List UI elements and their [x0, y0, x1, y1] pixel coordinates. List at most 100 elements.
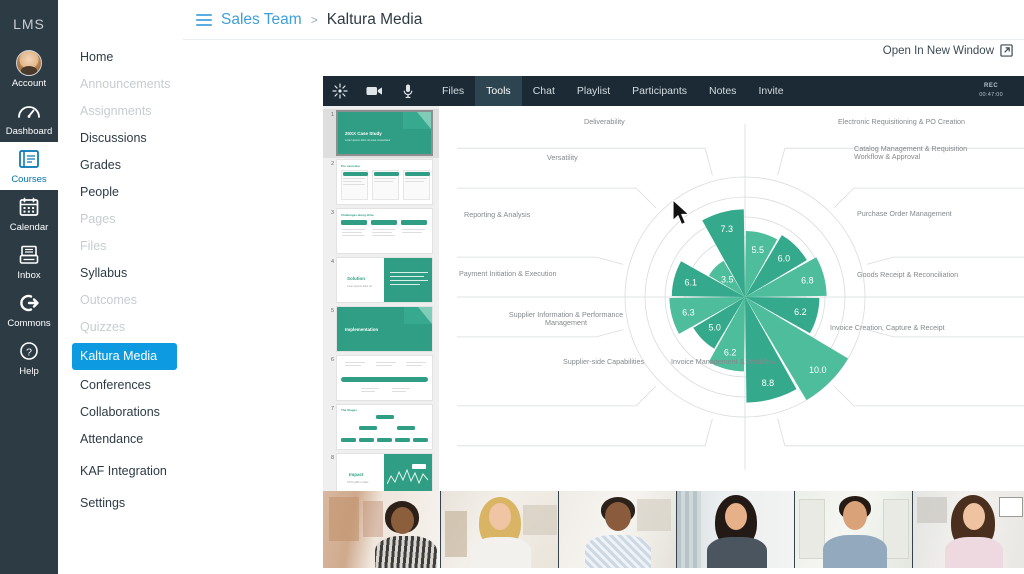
- participant-tile-1[interactable]: [323, 491, 441, 568]
- lock-icon[interactable]: [1019, 76, 1024, 106]
- chart-value-label: 6.2: [794, 307, 807, 317]
- rose-chart-svg: 5.56.06.86.210.08.86.25.06.36.1 3.57.3: [457, 124, 1024, 470]
- slide-preview: 20XX Case Study Lorem ipsum dolor sit am…: [336, 110, 433, 156]
- open-in-new-window-label: Open In New Window: [882, 44, 994, 57]
- global-nav-label: Courses: [11, 174, 47, 185]
- course-nav-item-grades[interactable]: Grades: [58, 152, 183, 179]
- slide-thumbnail[interactable]: 5 Implementation: [323, 305, 439, 354]
- main-content: Sales Team > Kaltura Media Open In New W…: [183, 0, 1024, 574]
- axis-label-goods-receipt: Goods Receipt & Reconciliation: [857, 270, 959, 279]
- kaltura-logo-icon[interactable]: [323, 76, 357, 106]
- course-nav-item-assignments[interactable]: Assignments: [58, 98, 183, 125]
- chart-value-label: 7.3: [720, 224, 733, 234]
- tab-playlist[interactable]: Playlist: [566, 76, 621, 106]
- slide-title: 20XX Case Study: [345, 131, 382, 136]
- chart-value-label: 5.0: [708, 323, 721, 333]
- course-nav-item-people[interactable]: People: [58, 179, 183, 206]
- slide-preview: Implementation: [336, 306, 433, 352]
- course-nav-item-syllabus[interactable]: Syllabus: [58, 260, 183, 287]
- slide-preview: The Stages: [336, 404, 433, 450]
- global-nav-item-dashboard[interactable]: Dashboard: [0, 94, 58, 142]
- calendar-icon: [16, 194, 42, 220]
- axis-label-supplier-information: Supplier Information & Performance Manag…: [508, 310, 624, 328]
- breadcrumb: Sales Team > Kaltura Media: [183, 0, 1024, 40]
- slide-title: Challenges along drive: [341, 213, 374, 217]
- slide-preview: Challenges along drive: [336, 208, 433, 254]
- participant-tile-5[interactable]: [795, 491, 913, 568]
- recording-time: 00:47:00: [979, 92, 1003, 98]
- tab-invite[interactable]: Invite: [747, 76, 794, 106]
- slide-number: 7: [330, 406, 334, 412]
- course-nav-item-kaf-integration[interactable]: KAF Integration: [58, 453, 183, 485]
- slide-thumbnail[interactable]: 6: [323, 354, 439, 403]
- tab-files[interactable]: Files: [431, 76, 475, 106]
- participant-tile-3[interactable]: [559, 491, 677, 568]
- slide-title: Impact: [349, 472, 364, 477]
- tab-participants[interactable]: Participants: [621, 76, 698, 106]
- breadcrumb-course-link[interactable]: Sales Team: [221, 11, 302, 29]
- course-nav-item-outcomes[interactable]: Outcomes: [58, 287, 183, 314]
- breadcrumb-separator: >: [310, 12, 318, 27]
- camera-icon[interactable]: [357, 76, 391, 106]
- global-nav-item-inbox[interactable]: Inbox: [0, 238, 58, 286]
- global-nav-item-help[interactable]: ? Help: [0, 334, 58, 382]
- global-nav-item-courses[interactable]: Courses: [0, 142, 58, 190]
- slide-thumbnail[interactable]: 8 Impact XX% uplift in sales: [323, 452, 439, 491]
- slide-thumbnail[interactable]: 1 20XX Case Study Lorem ipsum dolor sit …: [323, 109, 439, 158]
- chart-value-label: 5.5: [751, 245, 764, 255]
- commons-icon: [16, 290, 42, 316]
- participant-tile-6[interactable]: [913, 491, 1024, 568]
- course-nav-item-pages[interactable]: Pages: [58, 206, 183, 233]
- hamburger-menu-icon[interactable]: [196, 13, 212, 26]
- open-in-new-window-button[interactable]: Open In New Window: [883, 44, 1013, 57]
- help-icon: ?: [16, 338, 42, 364]
- avatar-icon: [16, 50, 42, 76]
- tab-chat[interactable]: Chat: [522, 76, 566, 106]
- slide-thumbnail-rail[interactable]: 1 20XX Case Study Lorem ipsum dolor sit …: [323, 106, 439, 491]
- global-nav-item-commons[interactable]: Commons: [0, 286, 58, 334]
- slide-preview: Pro overview: [336, 159, 433, 205]
- microphone-icon[interactable]: [391, 76, 425, 106]
- course-nav-item-settings[interactable]: Settings: [58, 485, 183, 517]
- participant-tile-2[interactable]: [441, 491, 559, 568]
- participant-tile-4[interactable]: [677, 491, 795, 568]
- course-nav-item-kaltura-media[interactable]: Kaltura Media: [72, 343, 177, 370]
- svg-text:?: ?: [26, 346, 32, 358]
- axis-label-invoice-management: Invoice Management & Workflow: [671, 357, 776, 366]
- course-nav-item-files[interactable]: Files: [58, 233, 183, 260]
- slide-thumbnail[interactable]: 7 The Stages: [323, 403, 439, 452]
- slide-thumbnail[interactable]: 2 Pro overview: [323, 158, 439, 207]
- course-nav-item-collaborations[interactable]: Collaborations: [58, 399, 183, 426]
- tab-tools[interactable]: Tools: [475, 76, 522, 106]
- course-nav-item-conferences[interactable]: Conferences: [58, 372, 183, 399]
- global-nav-item-account[interactable]: Account: [0, 46, 58, 94]
- inbox-icon: [16, 242, 42, 268]
- slide-thumbnail[interactable]: 3 Challenges along drive: [323, 207, 439, 256]
- kaltura-virtual-classroom: Files Tools Chat Playlist Participants N…: [323, 76, 1024, 568]
- slide-thumbnail[interactable]: 4 Solution Lorem ipsum dolor sit: [323, 256, 439, 305]
- course-nav-item-home[interactable]: Home: [58, 44, 183, 71]
- tab-notes[interactable]: Notes: [698, 76, 747, 106]
- chart-value-label: 6.0: [778, 253, 791, 263]
- course-nav-item-attendance[interactable]: Attendance: [58, 426, 183, 453]
- axis-label-invoice-creation: Invoice Creation, Capture & Receipt: [830, 323, 945, 332]
- axis-label-reporting-analysis: Reporting & Analysis: [464, 210, 531, 219]
- slide-number: 8: [330, 455, 334, 461]
- course-nav-item-quizzes[interactable]: Quizzes: [58, 314, 183, 341]
- slide-number: 5: [330, 308, 334, 314]
- global-nav-item-calendar[interactable]: Calendar: [0, 190, 58, 238]
- breadcrumb-current: Kaltura Media: [326, 10, 423, 28]
- axis-label-supplier-side-capabilities: Supplier-side Capabilities: [563, 357, 645, 366]
- slide-number: 1: [330, 112, 334, 118]
- slide-number: 3: [330, 210, 334, 216]
- polar-rose-chart: 5.5 6.0 6.8 6.2 10.0 8.8 6.2 5.0 6.3 6.1 3.5 7.3 El…: [439, 106, 1024, 491]
- global-navigation: LMS Account Dashboard Courses Calendar I…: [0, 0, 58, 574]
- chart-value-label: 6.3: [682, 307, 695, 317]
- slide-title: Pro overview: [341, 164, 360, 168]
- chart-gridlines: [457, 124, 1024, 470]
- course-nav-item-announcements[interactable]: Announcements: [58, 71, 183, 98]
- slide-number: 4: [330, 259, 334, 265]
- axis-label-payment-initiation: Payment Initiation & Execution: [459, 269, 557, 278]
- course-nav-item-discussions[interactable]: Discussions: [58, 125, 183, 152]
- courses-icon: [16, 146, 42, 172]
